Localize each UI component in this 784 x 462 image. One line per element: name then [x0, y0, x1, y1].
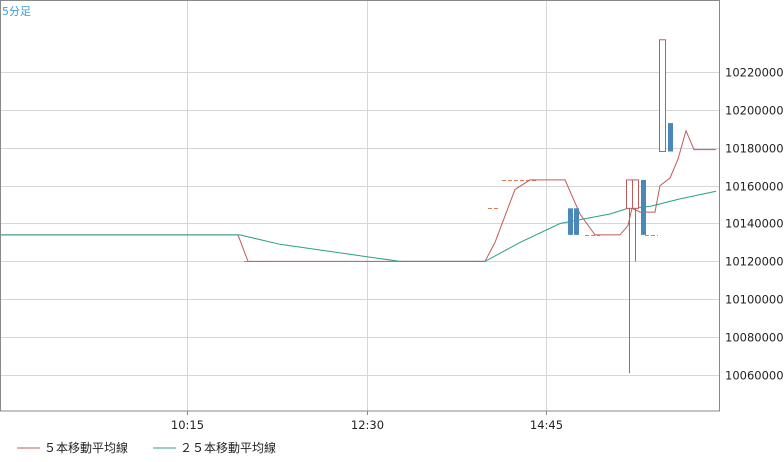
candle-body-down — [574, 208, 579, 235]
legend-label-ma25: ２５本移動平均線 — [180, 440, 276, 455]
y-tick-label: 10060000 — [725, 369, 784, 383]
candle-body-up — [626, 179, 633, 209]
chart-root: 10060000 10080000 10100000 10120000 10140000… — [0, 0, 784, 462]
candle-body-up — [659, 39, 666, 153]
legend-label-ma5: ５本移動平均線 — [44, 440, 128, 455]
candle-body-up — [632, 179, 639, 209]
y-tick-label: 10160000 — [725, 180, 784, 194]
y-tick-label: 10100000 — [725, 293, 784, 307]
period-label: 5分足 — [2, 5, 31, 18]
y-tick-label: 10180000 — [725, 142, 784, 156]
chart-svg: 10060000 10080000 10100000 10120000 10140000… — [0, 0, 784, 455]
y-tick-label: 10220000 — [725, 66, 784, 80]
candle-body-down — [668, 123, 673, 152]
y-axis-ticks: 10060000 10080000 10100000 10120000 10140000… — [725, 66, 784, 383]
plot-background — [0, 0, 720, 411]
x-tick-label: 14:45 — [530, 418, 563, 432]
candle-body-down — [641, 179, 646, 235]
candle-body-down — [568, 208, 573, 235]
x-tick-label: 10:15 — [171, 418, 204, 432]
x-tick-label: 12:30 — [351, 418, 384, 432]
y-tick-label: 10080000 — [725, 331, 784, 345]
legend: ５本移動平均線 ２５本移動平均線 — [17, 440, 276, 455]
y-tick-label: 10140000 — [725, 217, 784, 231]
y-tick-label: 10120000 — [725, 255, 784, 269]
y-tick-label: 10200000 — [725, 104, 784, 118]
x-axis-ticks: 10:15 12:30 14:45 — [171, 411, 563, 432]
